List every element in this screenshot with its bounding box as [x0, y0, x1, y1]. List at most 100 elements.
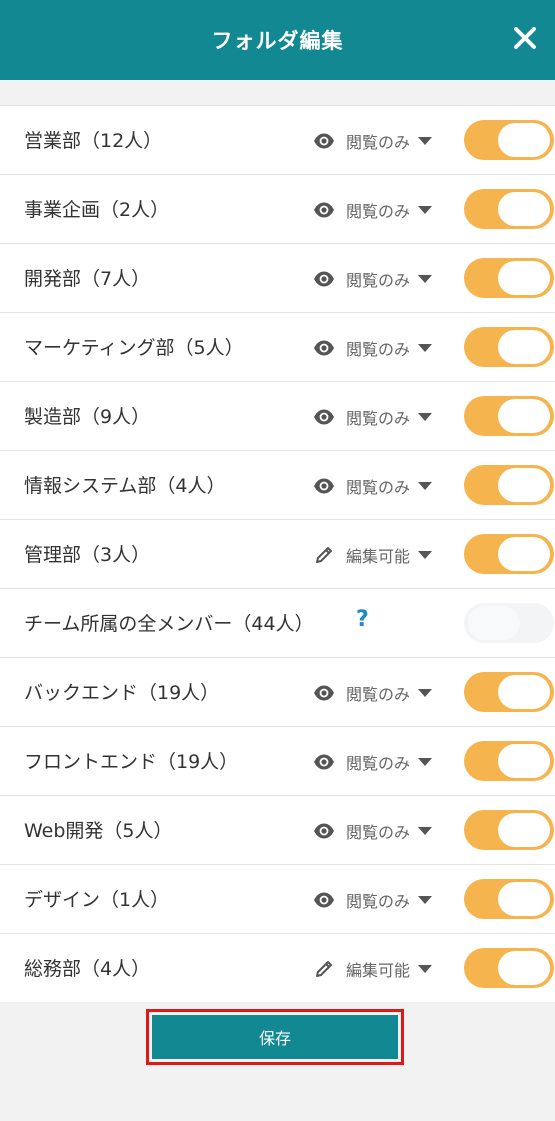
permission-label: 閲覧のみ	[346, 685, 411, 704]
list-item: デザイン（1人） 閲覧のみ	[0, 864, 555, 933]
permission-dropdown[interactable]: 閲覧のみ	[312, 197, 433, 223]
list-item: Web開発（5人） 閲覧のみ	[0, 795, 555, 864]
list-item: マーケティング部（5人） 閲覧のみ	[0, 312, 555, 381]
eye-icon	[312, 681, 336, 705]
list-item: チーム所属の全メンバー（44人）?	[0, 588, 555, 657]
permission-dropdown[interactable]: 閲覧のみ	[312, 749, 433, 775]
list-item: フロントエンド（19人） 閲覧のみ	[0, 726, 555, 795]
list-item: バックエンド（19人） 閲覧のみ	[0, 657, 555, 726]
permission-label: 閲覧のみ	[346, 478, 411, 497]
permission-label: 閲覧のみ	[346, 202, 411, 221]
toggle-knob	[498, 468, 550, 502]
save-button[interactable]: 保存	[152, 1015, 398, 1059]
list-item: 営業部（12人） 閲覧のみ	[0, 105, 555, 174]
list-item: 総務部（4人） 編集可能	[0, 933, 555, 1002]
list-item: 情報システム部（4人） 閲覧のみ	[0, 450, 555, 519]
toggle-switch[interactable]	[464, 189, 554, 229]
group-name: 製造部（9人）	[24, 406, 151, 428]
caret-down-icon	[418, 896, 433, 904]
toggle-switch[interactable]	[464, 741, 554, 781]
toggle-knob	[498, 882, 550, 916]
caret-down-icon	[418, 551, 433, 559]
permission-dropdown[interactable]: 閲覧のみ	[312, 128, 433, 154]
permission-label: 閲覧のみ	[346, 754, 411, 773]
list-item: 製造部（9人） 閲覧のみ	[0, 381, 555, 450]
group-name: バックエンド（19人）	[24, 682, 220, 704]
group-name: フロントエンド（19人）	[24, 751, 239, 773]
caret-down-icon	[418, 275, 433, 283]
toggle-switch[interactable]	[464, 534, 554, 574]
caret-down-icon	[418, 344, 433, 352]
caret-down-icon	[418, 965, 433, 973]
group-name: 総務部（4人）	[24, 958, 151, 980]
header-bar: フォルダ編集	[0, 0, 555, 80]
toggle-knob	[468, 606, 520, 640]
group-name: 開発部（7人）	[24, 268, 151, 290]
eye-icon	[312, 750, 336, 774]
eye-icon	[312, 336, 336, 360]
toggle-switch[interactable]	[464, 810, 554, 850]
toggle-switch[interactable]	[464, 948, 554, 988]
group-name: 営業部（12人）	[24, 130, 163, 152]
toggle-switch[interactable]	[464, 465, 554, 505]
toggle-knob	[498, 399, 550, 433]
close-icon[interactable]	[511, 24, 539, 52]
caret-down-icon	[418, 137, 433, 145]
caret-down-icon	[418, 206, 433, 214]
permission-label: 閲覧のみ	[346, 271, 411, 290]
group-name: デザイン（1人）	[24, 889, 170, 911]
toggle-knob	[498, 192, 550, 226]
caret-down-icon	[418, 758, 433, 766]
permission-label: 閲覧のみ	[346, 340, 411, 359]
permission-dropdown[interactable]: 編集可能	[312, 956, 433, 982]
toggle-knob	[498, 813, 550, 847]
group-name: マーケティング部（5人）	[24, 337, 244, 359]
group-name: 情報システム部（4人）	[24, 475, 226, 497]
toggle-knob	[498, 123, 550, 157]
save-button-highlight: 保存	[146, 1009, 404, 1065]
permission-label: 閲覧のみ	[346, 409, 411, 428]
permission-dropdown[interactable]: 閲覧のみ	[312, 887, 433, 913]
eye-icon	[312, 819, 336, 843]
toggle-switch[interactable]	[464, 396, 554, 436]
permission-label: 閲覧のみ	[346, 892, 411, 911]
toggle-knob	[498, 330, 550, 364]
toggle-switch[interactable]	[464, 603, 554, 643]
list-item: 開発部（7人） 閲覧のみ	[0, 243, 555, 312]
permission-label: 編集可能	[346, 961, 411, 980]
caret-down-icon	[418, 413, 433, 421]
group-name: チーム所属の全メンバー（44人）	[24, 613, 314, 635]
toggle-knob	[498, 744, 550, 778]
toggle-knob	[498, 675, 550, 709]
permission-dropdown[interactable]: 閲覧のみ	[312, 818, 433, 844]
list-item: 管理部（3人） 編集可能	[0, 519, 555, 588]
group-name: Web開発（5人）	[24, 820, 173, 842]
page-title: フォルダ編集	[211, 29, 344, 53]
group-name: 事業企画（2人）	[24, 199, 170, 221]
group-name: 管理部（3人）	[24, 544, 151, 566]
permission-dropdown[interactable]: 閲覧のみ	[312, 335, 433, 361]
toggle-switch[interactable]	[464, 258, 554, 298]
permission-label: 閲覧のみ	[346, 133, 411, 152]
toggle-knob	[498, 951, 550, 985]
permission-dropdown[interactable]: 閲覧のみ	[312, 266, 433, 292]
toggle-switch[interactable]	[464, 672, 554, 712]
permission-dropdown[interactable]: 閲覧のみ	[312, 404, 433, 430]
toggle-switch[interactable]	[464, 120, 554, 160]
permission-dropdown[interactable]: 編集可能	[312, 542, 433, 568]
eye-icon	[312, 888, 336, 912]
permission-label: 閲覧のみ	[346, 823, 411, 842]
toggle-switch[interactable]	[464, 327, 554, 367]
permission-dropdown[interactable]: 閲覧のみ	[312, 680, 433, 706]
list-item: 事業企画（2人） 閲覧のみ	[0, 174, 555, 243]
pencil-icon	[312, 957, 336, 981]
pencil-icon	[312, 543, 336, 567]
toggle-switch[interactable]	[464, 879, 554, 919]
eye-icon	[312, 198, 336, 222]
eye-icon	[312, 129, 336, 153]
eye-icon	[312, 267, 336, 291]
caret-down-icon	[418, 482, 433, 490]
permission-dropdown[interactable]: 閲覧のみ	[312, 473, 433, 499]
eye-icon	[312, 405, 336, 429]
help-icon[interactable]: ?	[356, 607, 369, 632]
